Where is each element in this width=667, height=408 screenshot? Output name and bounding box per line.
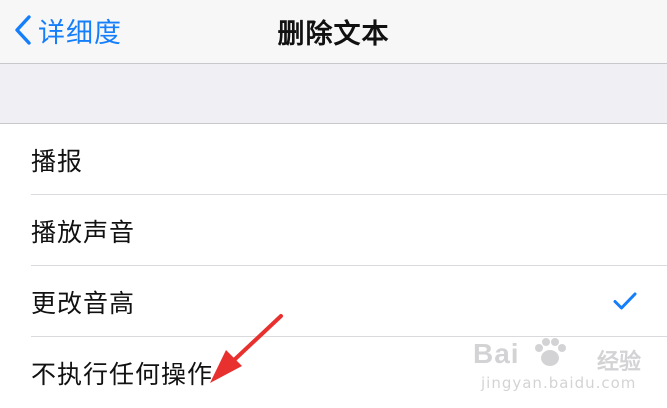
option-label: 更改音高 bbox=[31, 288, 136, 318]
option-row-play-sound[interactable]: 播放声音 bbox=[0, 195, 667, 266]
checkmark-icon bbox=[613, 292, 637, 310]
option-row-change-pitch[interactable]: 更改音高 bbox=[0, 266, 667, 337]
screen: 详细度 删除文本 播报 播放声音 更改音高 不执行任何操作 Bai 经验 jin… bbox=[0, 0, 667, 408]
section-spacer bbox=[0, 64, 667, 123]
option-label: 播报 bbox=[31, 146, 84, 176]
navigation-bar: 详细度 删除文本 bbox=[0, 0, 667, 64]
option-row-announce[interactable]: 播报 bbox=[0, 124, 667, 195]
option-row-do-nothing[interactable]: 不执行任何操作 bbox=[0, 337, 667, 408]
option-label: 播放声音 bbox=[31, 217, 136, 247]
option-label: 不执行任何操作 bbox=[31, 359, 214, 389]
options-list: 播报 播放声音 更改音高 不执行任何操作 bbox=[0, 123, 667, 408]
page-title: 删除文本 bbox=[277, 19, 390, 50]
